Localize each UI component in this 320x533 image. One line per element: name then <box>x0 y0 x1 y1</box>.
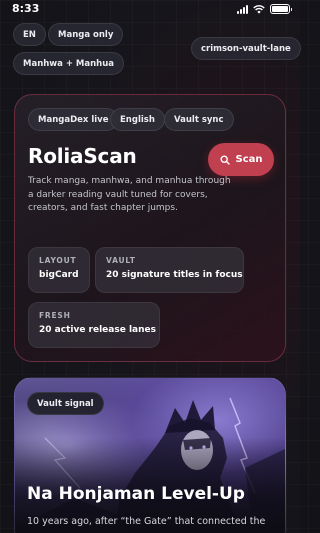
stat-fresh-value: 20 active release lanes <box>39 325 156 335</box>
featured-title-card[interactable]: Vault signal Na Honjaman Level-Up 10 yea… <box>14 377 286 533</box>
status-bar: 8:33 <box>0 0 300 18</box>
status-time: 8:33 <box>12 2 40 15</box>
manhwa-manhua-filter-chip[interactable]: Manhwa + Manhua <box>13 52 125 75</box>
language-filter-chip[interactable]: EN <box>13 23 46 46</box>
app-title: RoliaScan <box>28 144 137 168</box>
status-icons <box>237 4 292 14</box>
stat-fresh: FRESH 20 active release lanes <box>28 302 160 348</box>
search-icon <box>219 154 230 165</box>
stat-vault: VAULT 20 signature titles in focus <box>95 247 244 293</box>
hero-tag-mangadex: MangaDex live <box>28 108 119 131</box>
theme-chip[interactable]: crimson-vault-lane <box>191 37 301 60</box>
featured-description: 10 years ago, after “the Gate” that conn… <box>27 516 266 527</box>
hero-tag-language: English <box>110 108 165 131</box>
hero-tag-vault-sync: Vault sync <box>164 108 234 131</box>
hero-card: MangaDex live English Vault sync RoliaSc… <box>14 94 286 362</box>
battery-icon <box>270 4 292 14</box>
stat-fresh-label: FRESH <box>39 311 71 320</box>
stat-vault-value: 20 signature titles in focus <box>106 270 243 280</box>
signal-icon <box>237 4 248 14</box>
featured-badge: Vault signal <box>27 392 104 415</box>
manga-only-filter-chip[interactable]: Manga only <box>48 23 124 46</box>
wifi-icon <box>253 4 265 14</box>
scan-button-label: Scan <box>235 154 263 165</box>
scan-button[interactable]: Scan <box>208 143 274 176</box>
stat-vault-label: VAULT <box>106 256 136 265</box>
hero-description: Track manga, manhwa, and manhua through … <box>28 176 231 213</box>
stat-layout: LAYOUT bigCard <box>28 247 90 293</box>
stat-layout-value: bigCard <box>39 270 79 280</box>
stat-layout-label: LAYOUT <box>39 256 77 265</box>
featured-title: Na Honjaman Level-Up <box>27 484 245 504</box>
